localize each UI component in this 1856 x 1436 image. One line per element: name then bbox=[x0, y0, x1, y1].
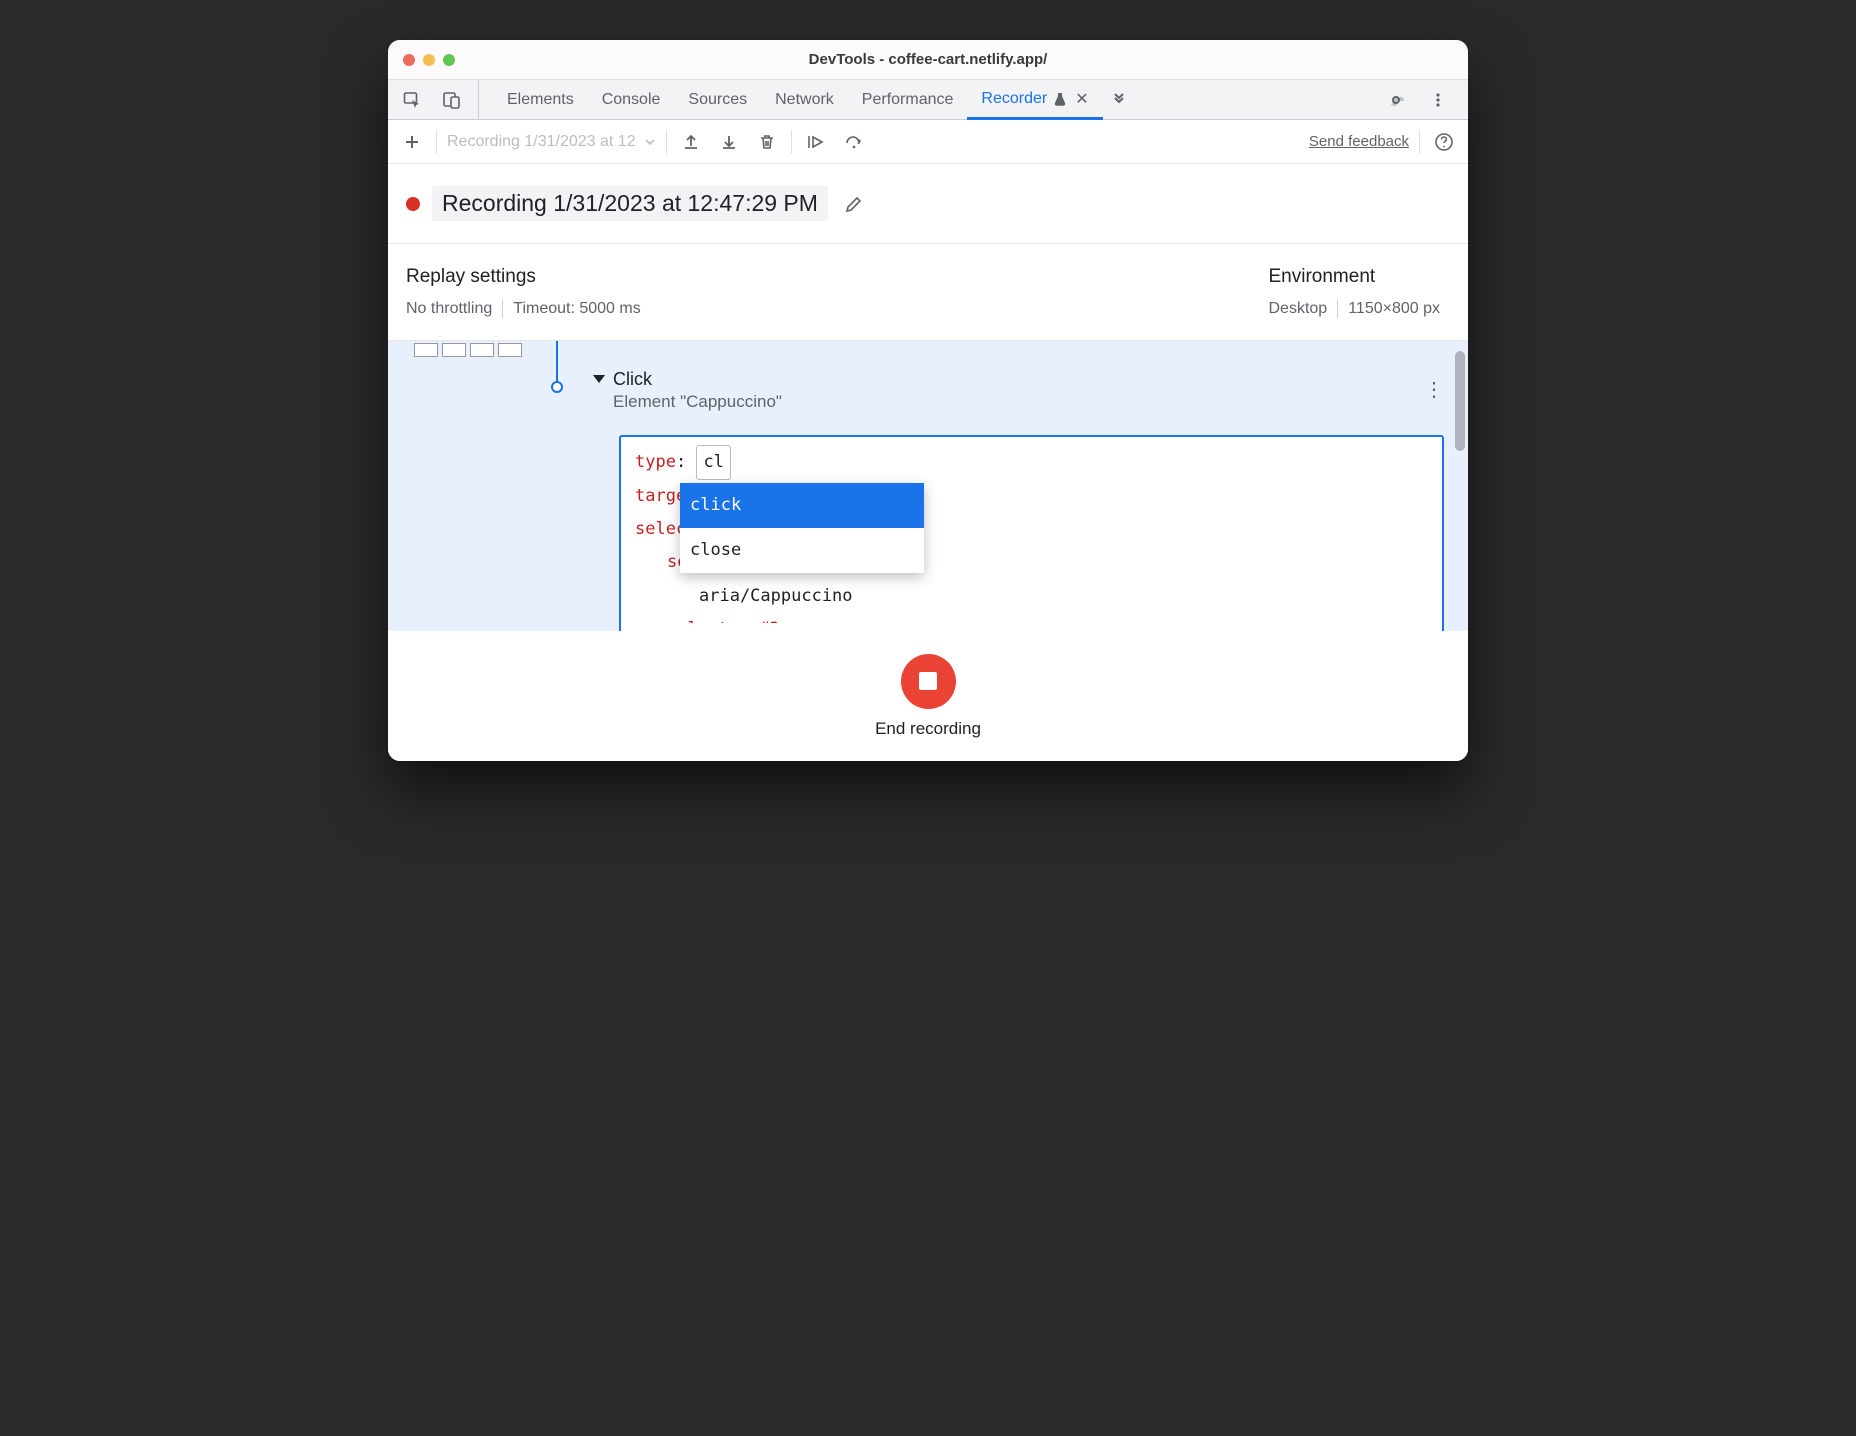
replay-settings-heading: Replay settings bbox=[406, 266, 651, 288]
recorder-toolbar: Recording 1/31/2023 at 12 Send feedback bbox=[388, 120, 1468, 164]
throttling-value[interactable]: No throttling bbox=[406, 300, 502, 318]
code-key-type: type bbox=[635, 452, 676, 472]
timeline-node-icon[interactable] bbox=[551, 381, 563, 393]
tabbar: Elements Console Sources Network Perform… bbox=[388, 80, 1468, 120]
viewport-value[interactable]: 1150×800 px bbox=[1338, 300, 1450, 318]
titlebar: DevTools - coffee-cart.netlify.app/ bbox=[388, 40, 1468, 80]
thumbnail[interactable] bbox=[442, 343, 466, 357]
end-recording-button[interactable] bbox=[901, 654, 956, 709]
help-icon[interactable] bbox=[1430, 128, 1458, 156]
scrollbar-thumb[interactable] bbox=[1455, 351, 1465, 451]
edit-title-icon[interactable] bbox=[840, 190, 868, 218]
tab-label: Sources bbox=[688, 91, 747, 109]
steps-area: Click Element "Cappuccino" ⋮ type: cl ta… bbox=[388, 341, 1468, 631]
recording-dropdown-label: Recording 1/31/2023 at 12 bbox=[447, 133, 636, 151]
tab-network[interactable]: Network bbox=[761, 80, 848, 119]
step-code-editor[interactable]: type: cl target selectors selector #1: a… bbox=[619, 435, 1444, 631]
tab-recorder[interactable]: Recorder ✕ bbox=[967, 80, 1102, 120]
import-icon[interactable] bbox=[677, 128, 705, 156]
tab-label: Console bbox=[602, 91, 661, 109]
environment-heading: Environment bbox=[1269, 266, 1451, 288]
close-tab-icon[interactable]: ✕ bbox=[1075, 89, 1088, 109]
recording-dropdown[interactable]: Recording 1/31/2023 at 12 bbox=[447, 133, 656, 151]
step-subtitle: Element "Cappuccino" bbox=[613, 392, 782, 412]
devtools-window: DevTools - coffee-cart.netlify.app/ Elem… bbox=[388, 40, 1468, 761]
settings-gear-icon[interactable] bbox=[1382, 86, 1410, 114]
settings-row: Replay settings No throttling Timeout: 5… bbox=[388, 244, 1468, 341]
timeout-value[interactable]: Timeout: 5000 ms bbox=[503, 300, 650, 318]
selector1-value[interactable]: aria/Cappuccino bbox=[699, 586, 853, 606]
inspect-icon[interactable] bbox=[398, 86, 426, 114]
recording-title[interactable]: Recording 1/31/2023 at 12:47:29 PM bbox=[432, 186, 828, 221]
recording-indicator-icon bbox=[406, 197, 420, 211]
traffic-lights bbox=[388, 54, 455, 66]
step-header[interactable]: Click Element "Cappuccino" bbox=[593, 369, 782, 412]
device-value[interactable]: Desktop bbox=[1269, 300, 1338, 318]
type-input-field[interactable]: cl bbox=[696, 445, 730, 480]
step-click: Click Element "Cappuccino" bbox=[593, 369, 782, 412]
thumbnail[interactable] bbox=[470, 343, 494, 357]
autocomplete-option-close[interactable]: close bbox=[680, 528, 924, 573]
close-window-icon[interactable] bbox=[403, 54, 415, 66]
tab-label: Performance bbox=[862, 91, 954, 109]
chevron-down-icon bbox=[644, 136, 656, 148]
tab-sources[interactable]: Sources bbox=[674, 80, 761, 119]
step-kebab-icon[interactable]: ⋮ bbox=[1424, 377, 1444, 402]
kebab-menu-icon[interactable] bbox=[1424, 86, 1452, 114]
export-icon[interactable] bbox=[715, 128, 743, 156]
replay-icon[interactable] bbox=[802, 128, 830, 156]
tab-label: Recorder bbox=[981, 90, 1047, 108]
thumbnail[interactable] bbox=[498, 343, 522, 357]
step-over-icon[interactable] bbox=[840, 128, 868, 156]
device-toolbar-icon[interactable] bbox=[438, 86, 466, 114]
delete-icon[interactable] bbox=[753, 128, 781, 156]
step-title: Click bbox=[613, 369, 782, 390]
screenshot-thumbnails bbox=[414, 343, 522, 357]
more-tabs-icon[interactable] bbox=[1103, 80, 1135, 119]
tab-console[interactable]: Console bbox=[588, 80, 675, 119]
footer: End recording bbox=[388, 631, 1468, 761]
autocomplete-popup: click close bbox=[680, 483, 924, 573]
send-feedback-link[interactable]: Send feedback bbox=[1309, 133, 1409, 150]
thumbnail[interactable] bbox=[414, 343, 438, 357]
end-recording-label: End recording bbox=[875, 719, 981, 739]
stop-icon bbox=[919, 672, 937, 690]
caret-down-icon bbox=[593, 375, 605, 383]
tab-label: Network bbox=[775, 91, 834, 109]
recording-header: Recording 1/31/2023 at 12:47:29 PM bbox=[388, 164, 1468, 244]
new-recording-icon[interactable] bbox=[398, 128, 426, 156]
code-key-selector2: selector #2 bbox=[667, 619, 780, 623]
window-title: DevTools - coffee-cart.netlify.app/ bbox=[388, 51, 1468, 68]
tab-label: Elements bbox=[507, 91, 574, 109]
autocomplete-option-click[interactable]: click bbox=[680, 483, 924, 528]
experiment-icon bbox=[1053, 92, 1067, 106]
tab-performance[interactable]: Performance bbox=[848, 80, 968, 119]
tab-elements[interactable]: Elements bbox=[493, 80, 588, 119]
maximize-window-icon[interactable] bbox=[443, 54, 455, 66]
minimize-window-icon[interactable] bbox=[423, 54, 435, 66]
